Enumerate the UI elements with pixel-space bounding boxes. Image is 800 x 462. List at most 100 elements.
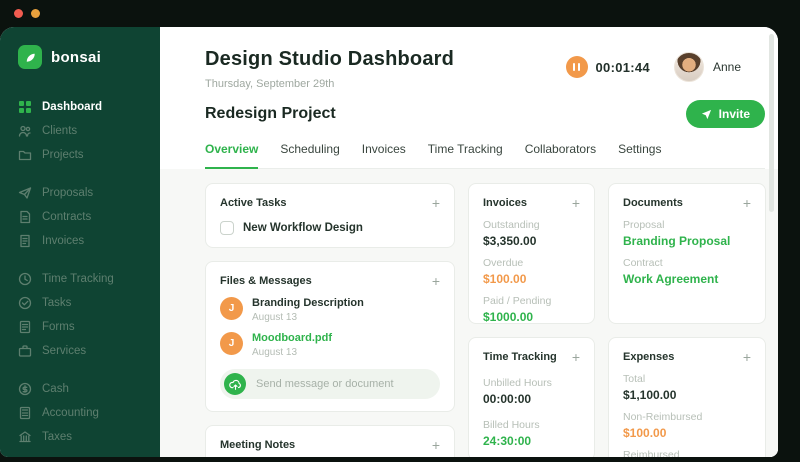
- folder-icon: [18, 150, 32, 161]
- sidebar-item-forms[interactable]: Forms: [18, 315, 160, 339]
- project-title: Redesign Project: [205, 105, 336, 122]
- scrollbar-thumb[interactable]: [769, 34, 774, 212]
- clients-icon: [18, 125, 31, 137]
- time-tracking-card: Time Tracking + Unbilled Hours 00:00:00 …: [468, 337, 595, 457]
- stat-value: $100.00: [483, 272, 527, 286]
- coin-icon: [18, 382, 32, 396]
- add-task-button[interactable]: +: [432, 196, 440, 210]
- card-title: Active Tasks: [220, 197, 287, 209]
- sidebar: bonsai Dashboard Clients Projects Propos…: [0, 27, 160, 457]
- stat-value: $100.00: [623, 426, 667, 440]
- tab-settings[interactable]: Settings: [618, 142, 661, 168]
- sidebar-item-label: Accounting: [42, 407, 99, 419]
- add-note-button[interactable]: +: [432, 438, 440, 452]
- sidebar-item-label: Time Tracking: [42, 273, 114, 285]
- tab-invoices[interactable]: Invoices: [362, 142, 406, 168]
- pause-icon: [572, 63, 576, 71]
- sidebar-item-label: Services: [42, 345, 87, 357]
- task-checkbox[interactable]: [220, 221, 234, 235]
- form-lines-icon: [19, 320, 31, 334]
- contract-file-icon: [20, 210, 31, 224]
- stat-label: Paid / Pending: [483, 295, 552, 307]
- tab-collaborators[interactable]: Collaborators: [525, 142, 596, 168]
- sidebar-item-contracts[interactable]: Contracts: [18, 205, 160, 229]
- add-file-button[interactable]: +: [432, 274, 440, 288]
- sidebar-group-finance: Cash Accounting Taxes: [18, 377, 160, 449]
- page-title: Design Studio Dashboard: [205, 48, 455, 70]
- paper-plane-icon: [18, 187, 32, 199]
- sidebar-item-taxes[interactable]: Taxes: [18, 425, 160, 449]
- stat-label: Unbilled Hours: [483, 377, 552, 389]
- sidebar-item-dashboard[interactable]: Dashboard: [18, 95, 160, 119]
- sidebar-item-proposals[interactable]: Proposals: [18, 181, 160, 205]
- app-window: bonsai Dashboard Clients Projects Propos…: [0, 27, 778, 457]
- calculator-icon: [19, 406, 31, 420]
- sidebar-item-cash[interactable]: Cash: [18, 377, 160, 401]
- stat-value: $3,350.00: [483, 234, 537, 248]
- sidebar-item-label: Cash: [42, 383, 69, 395]
- document-link[interactable]: Work Agreement: [623, 272, 751, 286]
- active-tasks-card: Active Tasks + New Workflow Design: [205, 183, 455, 248]
- document-link[interactable]: Branding Proposal: [623, 234, 751, 248]
- sidebar-item-invoices[interactable]: Invoices: [18, 229, 160, 253]
- message-item: J Moodboard.pdf August 13: [220, 332, 440, 358]
- dashboard-content: Active Tasks + New Workflow Design Files…: [160, 169, 778, 457]
- sidebar-group-main: Dashboard Clients Projects: [18, 95, 160, 167]
- sidebar-item-label: Forms: [42, 321, 75, 333]
- tab-time-tracking[interactable]: Time Tracking: [428, 142, 503, 168]
- documents-card: Documents + Proposal Branding Proposal C…: [608, 183, 766, 324]
- tab-scheduling[interactable]: Scheduling: [280, 142, 339, 168]
- clock-icon: [18, 272, 32, 286]
- title-block: Design Studio Dashboard Thursday, Septem…: [205, 48, 454, 90]
- stat-label: Outstanding: [483, 219, 540, 231]
- sidebar-item-tasks[interactable]: Tasks: [18, 291, 160, 315]
- stat: Paid / Pending $1000.00: [483, 295, 580, 324]
- cloud-upload-icon: [228, 379, 241, 390]
- sender-avatar: J: [220, 332, 243, 355]
- task-item: New Workflow Design: [220, 221, 440, 235]
- message-input-wrap: [220, 369, 440, 399]
- message-date: August 13: [252, 312, 298, 323]
- bank-icon: [19, 431, 31, 443]
- invite-button-label: Invite: [718, 107, 750, 121]
- stat-label: Proposal: [623, 219, 665, 231]
- sidebar-item-accounting[interactable]: Accounting: [18, 401, 160, 425]
- add-time-entry-button[interactable]: +: [572, 350, 580, 364]
- stat-label: Non-Reimbursed: [623, 411, 703, 423]
- upload-button[interactable]: [224, 373, 246, 395]
- sidebar-item-label: Contracts: [42, 211, 92, 223]
- header-right-cluster: 00:01:44 Anne: [565, 52, 741, 82]
- add-invoice-button[interactable]: +: [572, 196, 580, 210]
- card-title: Documents: [623, 197, 683, 209]
- timer-value: 00:01:44: [595, 59, 650, 75]
- user-menu[interactable]: Anne: [673, 52, 741, 82]
- sidebar-item-projects[interactable]: Projects: [18, 143, 160, 167]
- stat: Contract Work Agreement: [623, 257, 751, 286]
- stat: Proposal Branding Proposal: [623, 219, 751, 248]
- stat-label: Billed Hours: [483, 419, 540, 431]
- logo-text: bonsai: [51, 48, 102, 66]
- sidebar-item-label: Tasks: [42, 297, 72, 309]
- tab-overview[interactable]: Overview: [205, 142, 259, 169]
- sidebar-item-label: Projects: [42, 149, 84, 161]
- sidebar-item-clients[interactable]: Clients: [18, 119, 160, 143]
- sidebar-item-time-tracking[interactable]: Time Tracking: [18, 267, 160, 291]
- card-title: Time Tracking: [483, 351, 557, 363]
- message-input[interactable]: [254, 377, 430, 391]
- sidebar-item-services[interactable]: Services: [18, 339, 160, 363]
- minimize-window-button[interactable]: [31, 9, 40, 18]
- card-title: Expenses: [623, 351, 675, 363]
- stat-label: Reimbursed: [623, 449, 680, 457]
- file-link[interactable]: Moodboard.pdf: [252, 332, 332, 344]
- invite-button[interactable]: Invite: [685, 100, 765, 128]
- timer-pause-button[interactable]: [565, 56, 588, 78]
- add-expense-button[interactable]: +: [743, 350, 751, 364]
- invoices-card: Invoices + Outstanding $3,350.00 Overdue…: [468, 183, 595, 324]
- check-circle-icon: [18, 296, 32, 310]
- sidebar-item-label: Clients: [42, 125, 78, 137]
- sidebar-group-work: Time Tracking Tasks Forms Services: [18, 267, 160, 363]
- add-document-button[interactable]: +: [743, 196, 751, 210]
- stat-value: $1000.00: [483, 310, 534, 324]
- stat-label: Total: [623, 373, 646, 385]
- close-window-button[interactable]: [14, 9, 23, 18]
